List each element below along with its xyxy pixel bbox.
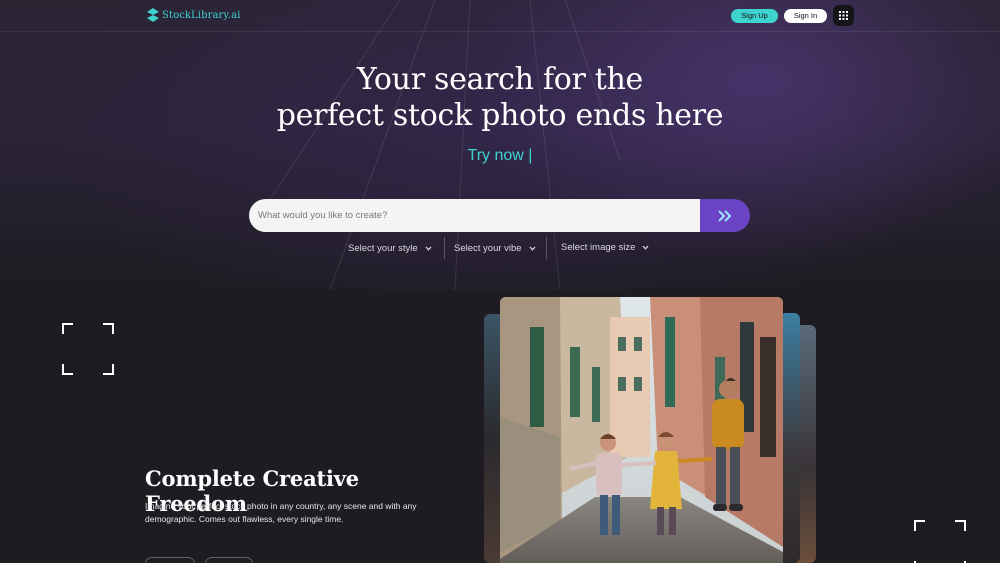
frame-corners-icon [62,323,114,375]
chevron-down-icon [529,246,536,251]
image-size-select[interactable]: Select image size [561,240,649,254]
grid-icon [839,11,848,20]
image-size-select-label: Select image size [561,241,636,253]
street-photo-illustration [500,297,783,563]
double-chevron-right-icon [718,209,732,222]
headline-line-2: perfect stock photo ends here [276,98,724,133]
logo-icon [147,8,159,22]
search-input[interactable] [249,199,700,232]
photo-card-back [780,313,800,563]
top-navbar: StockLibrary.ai Sign Up Sign In [0,0,1000,32]
frame-corners-icon [914,520,966,563]
feature-button[interactable] [145,557,195,563]
logo[interactable]: StockLibrary.ai [147,8,240,22]
street-photo [500,297,783,563]
feature-button[interactable] [205,557,253,563]
vibe-select-label: Select your vibe [454,242,522,254]
search-bar [249,199,750,232]
hero-headline: Your search for the perfect stock photo … [200,62,800,134]
logo-text: StockLibrary.ai [162,9,241,21]
chevron-down-icon [642,245,649,250]
style-select-label: Select your style [348,242,418,254]
filter-divider [444,237,445,259]
headline-line-1: Your search for the [357,62,643,97]
apps-menu-button[interactable] [833,5,854,26]
sign-in-button[interactable]: Sign In [784,9,827,23]
feature-description: Imagine your perfect stock photo in any … [145,501,417,524]
search-submit-button[interactable] [700,199,750,232]
hero-tagline: Try now | [467,147,533,164]
chevron-down-icon [425,246,432,251]
vibe-select[interactable]: Select your vibe [454,241,536,255]
filter-divider [546,237,547,259]
style-select[interactable]: Select your style [348,241,432,255]
sign-up-button[interactable]: Sign Up [731,9,778,23]
